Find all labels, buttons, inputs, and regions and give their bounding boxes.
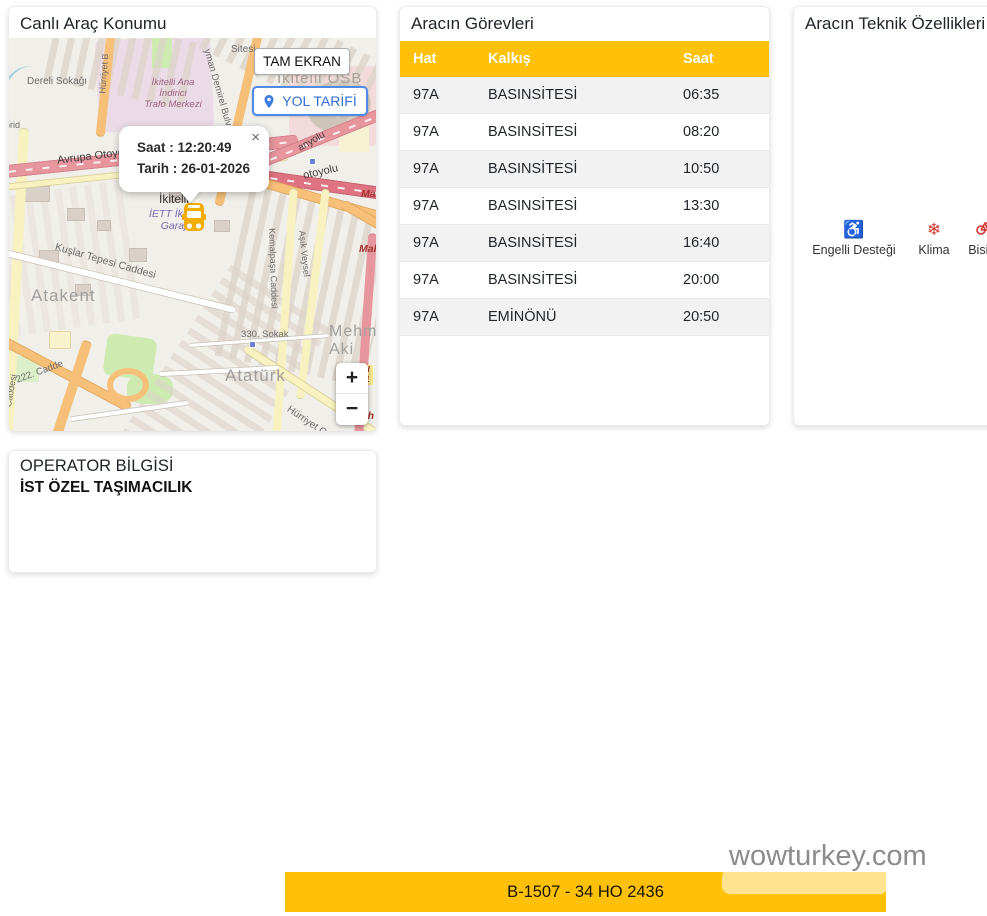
table-row: 97A BASINSİTESİ 16:40: [400, 225, 769, 262]
snowflake-icon: ❄: [912, 219, 956, 241]
bus-marker-icon[interactable]: [181, 202, 207, 240]
fullscreen-button-label: TAM EKRAN: [263, 54, 341, 69]
live-location-title: Canlı Araç Konumu: [9, 7, 376, 39]
cell-time: 06:35: [683, 87, 769, 103]
feature-klima: ❄ Klima: [912, 219, 956, 257]
feature-label: Engelli Desteği: [802, 243, 906, 257]
cell-line: 97A: [400, 235, 488, 251]
tasks-table: Hat Kalkış Saat 97A BASINSİTESİ 06:35 97…: [400, 41, 769, 336]
cell-time: 13:30: [683, 198, 769, 214]
cell-line: 97A: [400, 309, 488, 325]
fullscreen-button[interactable]: TAM EKRAN: [254, 48, 350, 75]
cell-line: 97A: [400, 272, 488, 288]
table-row: 97A EMİNÖNÜ 20:50: [400, 299, 769, 336]
popup-date: Tarih : 26-01-2026: [137, 158, 269, 179]
cell-departure: BASINSİTESİ: [488, 124, 683, 140]
directions-button-label: YOL TARİFİ: [282, 93, 356, 109]
cell-line: 97A: [400, 87, 488, 103]
table-row: 97A BASINSİTESİ 08:20: [400, 114, 769, 151]
cell-departure: BASINSİTESİ: [488, 198, 683, 214]
cell-line: 97A: [400, 198, 488, 214]
cell-departure: BASINSİTESİ: [488, 161, 683, 177]
table-row: 97A BASINSİTESİ 06:35: [400, 77, 769, 114]
header-saat: Saat: [683, 51, 769, 67]
cell-line: 97A: [400, 124, 488, 140]
cell-time: 16:40: [683, 235, 769, 251]
table-row: 97A BASINSİTESİ 10:50: [400, 151, 769, 188]
feature-bisiklet: Bisiklet: [960, 219, 987, 257]
map-label: Hürriyet Ca: [285, 404, 333, 431]
watermark-text: wowturkey.com: [729, 840, 927, 873]
cell-departure: BASINSİTESİ: [488, 235, 683, 251]
feature-wheelchair: ♿ Engelli Desteği: [802, 219, 906, 257]
cell-line: 97A: [400, 161, 488, 177]
cell-departure: EMİNÖNÜ: [488, 309, 683, 325]
bicycle-icon: [976, 219, 987, 241]
zoom-in-button[interactable]: +: [336, 363, 368, 394]
table-row: 97A BASINSİTESİ 20:00: [400, 262, 769, 299]
cell-time: 20:50: [683, 309, 769, 325]
operator-info-card: OPERATOR BİLGİSİ İST ÖZEL TAŞIMACILIK: [8, 450, 377, 573]
cell-time: 20:00: [683, 272, 769, 288]
tech-features-title: Aracın Teknik Özellikleri: [794, 7, 987, 39]
vehicle-tasks-title: Aracın Görevleri: [400, 7, 769, 39]
cell-time: 08:20: [683, 124, 769, 140]
header-kalkis: Kalkış: [488, 51, 683, 67]
live-location-card: Canlı Araç Konumu: [8, 6, 377, 431]
tech-features-card: Aracın Teknik Özellikleri ♿ Engelli Dest…: [793, 6, 987, 426]
map-canvas[interactable]: Dereli Sokağı Hürriyet B İkitelli Ana İn…: [9, 38, 376, 431]
map-pin-icon: [263, 94, 275, 109]
popup-close-icon[interactable]: ×: [251, 129, 260, 146]
vehicle-tasks-card: Aracın Görevleri Hat Kalkış Saat 97A BAS…: [399, 6, 770, 426]
popup-time: Saat : 12:20:49: [137, 137, 269, 158]
cell-time: 10:50: [683, 161, 769, 177]
operator-info-title: OPERATOR BİLGİSİ: [9, 451, 376, 476]
zoom-out-button[interactable]: −: [336, 394, 368, 425]
vehicle-info-popup: Saat : 12:20:49 Tarih : 26-01-2026 ×: [119, 126, 269, 192]
header-hat: Hat: [400, 51, 488, 67]
tasks-table-header: Hat Kalkış Saat: [400, 41, 769, 77]
cell-departure: BASINSİTESİ: [488, 87, 683, 103]
feature-label: Bisiklet: [960, 243, 987, 257]
cell-departure: BASINSİTESİ: [488, 272, 683, 288]
vehicle-plate-label: B-1507 - 34 HO 2436: [507, 883, 664, 902]
map-zoom-control: + −: [336, 363, 368, 425]
feature-label: Klima: [912, 243, 956, 257]
table-row: 97A BASINSİTESİ 13:30: [400, 188, 769, 225]
wheelchair-icon: ♿: [802, 219, 906, 241]
operator-name: İST ÖZEL TAŞIMACILIK: [9, 476, 376, 500]
popup-pointer: [179, 190, 201, 203]
directions-button[interactable]: YOL TARİFİ: [252, 86, 368, 116]
